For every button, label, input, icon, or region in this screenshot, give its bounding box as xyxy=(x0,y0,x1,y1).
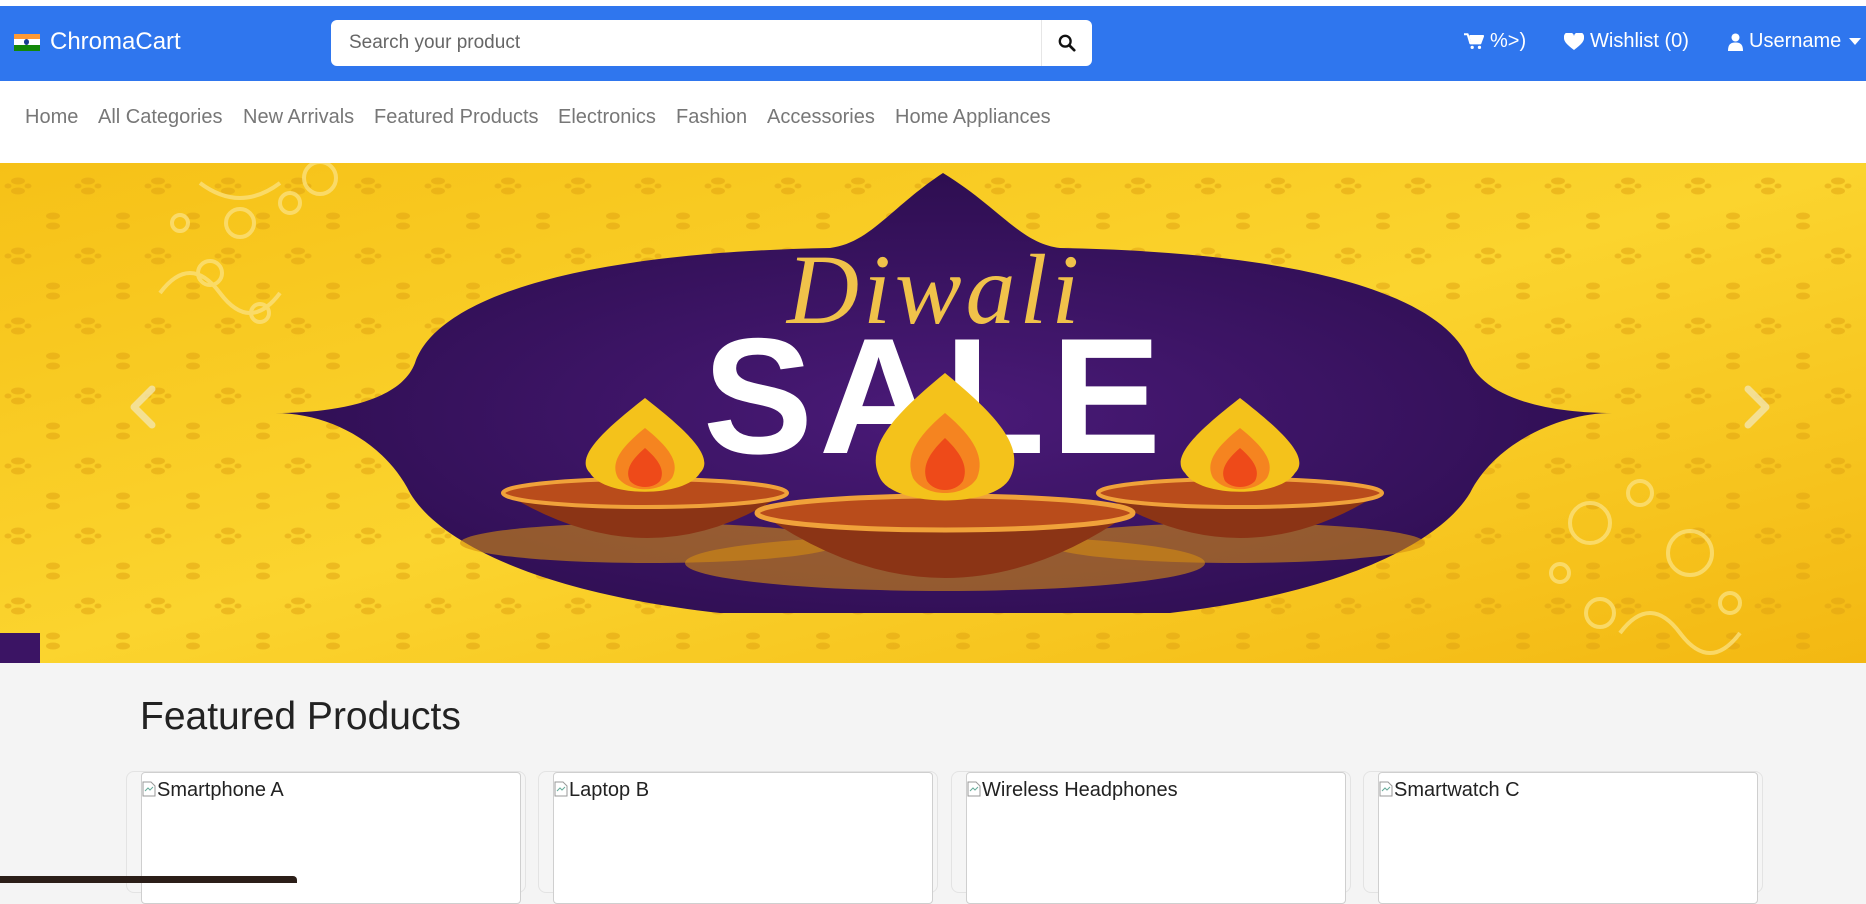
search-input[interactable] xyxy=(347,31,1041,55)
category-nav: Home All Categories New Arrivals Feature… xyxy=(0,81,1866,163)
bottom-toast-edge xyxy=(0,876,297,883)
broken-image-icon xyxy=(1379,781,1393,797)
broken-image-icon xyxy=(142,781,156,797)
product-image[interactable]: Wireless Headphones xyxy=(966,772,1346,904)
product-image-alt: Smartwatch C xyxy=(1394,779,1520,801)
chevron-left-icon[interactable] xyxy=(128,385,158,429)
brand-link[interactable]: ChromaCart xyxy=(14,28,181,56)
broken-image-icon xyxy=(554,781,568,797)
hero-carousel: Diwali SALE xyxy=(0,163,1866,663)
product-card[interactable]: Wireless Headphones xyxy=(951,771,1351,904)
chevron-right-icon[interactable] xyxy=(1742,385,1772,429)
search-button[interactable] xyxy=(1041,20,1092,66)
india-flag-icon xyxy=(14,33,40,51)
user-label: Username xyxy=(1749,30,1842,52)
featured-products-heading: Featured Products xyxy=(140,695,461,738)
user-icon xyxy=(1728,33,1743,51)
product-image-alt: Laptop B xyxy=(569,779,650,801)
category-link-home-appliances[interactable]: Home Appliances xyxy=(895,106,1051,129)
wishlist-link[interactable]: Wishlist (0) xyxy=(1564,30,1689,53)
category-link-home[interactable]: Home xyxy=(25,106,78,129)
category-link-electronics[interactable]: Electronics xyxy=(558,106,656,129)
cart-label: %>) xyxy=(1490,30,1527,52)
product-image-alt: Smartphone A xyxy=(157,779,284,801)
cart-icon xyxy=(1464,33,1484,50)
product-image[interactable]: Laptop B xyxy=(553,772,933,904)
user-menu-toggle[interactable]: Username xyxy=(1728,30,1862,53)
wishlist-label: Wishlist (0) xyxy=(1590,30,1689,52)
product-card[interactable]: Smartwatch C xyxy=(1363,771,1763,904)
category-link-new-arrivals[interactable]: New Arrivals xyxy=(243,106,354,129)
category-link-all-categories[interactable]: All Categories xyxy=(98,106,223,129)
product-card[interactable]: Smartphone A xyxy=(126,771,526,904)
cart-link[interactable]: %>) xyxy=(1464,30,1526,53)
search-bar xyxy=(331,20,1092,66)
product-image[interactable]: Smartwatch C xyxy=(1378,772,1758,904)
broken-image-icon xyxy=(967,781,981,797)
top-navbar: ChromaCart %>) Wishlist (0) Userna xyxy=(0,6,1866,81)
product-card[interactable]: Laptop B xyxy=(538,771,938,904)
category-link-accessories[interactable]: Accessories xyxy=(767,106,875,129)
product-image-alt: Wireless Headphones xyxy=(982,779,1178,801)
search-icon xyxy=(1058,34,1076,52)
caret-down-icon xyxy=(1849,38,1862,45)
brand-name: ChromaCart xyxy=(50,28,181,55)
diwali-sale-banner: Diwali SALE xyxy=(0,163,1866,663)
product-image[interactable]: Smartphone A xyxy=(141,772,521,904)
heart-icon xyxy=(1564,32,1584,50)
category-link-fashion[interactable]: Fashion xyxy=(676,106,747,129)
category-link-featured-products[interactable]: Featured Products xyxy=(374,106,539,129)
